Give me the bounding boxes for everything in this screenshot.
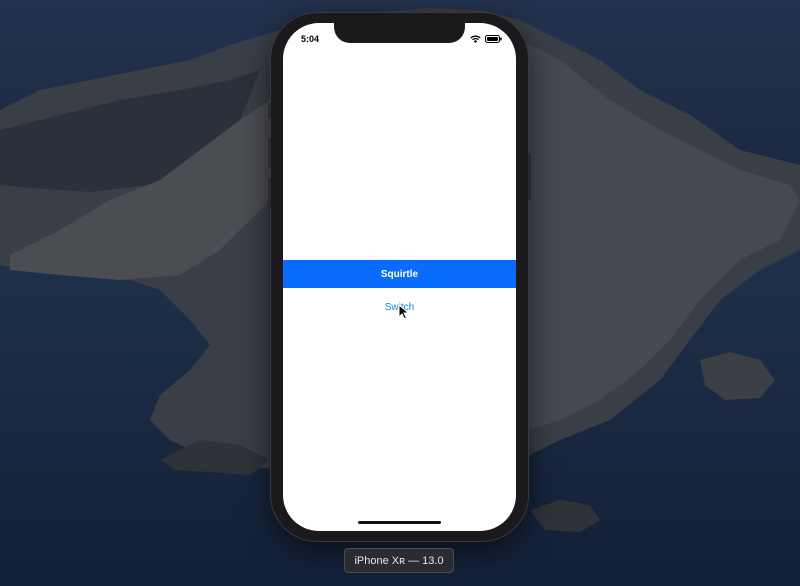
status-bar-time: 5:04 [301, 34, 320, 44]
power-button[interactable] [528, 153, 531, 201]
pokemon-name-banner: Squirtle [283, 260, 516, 288]
home-indicator[interactable] [358, 521, 441, 524]
battery-icon [485, 35, 502, 43]
silent-switch [268, 103, 271, 119]
device-screen: 5:04 Squirtle Switch [283, 23, 516, 531]
volume-up-button[interactable] [268, 138, 271, 168]
wifi-icon [470, 35, 481, 43]
mouse-pointer-icon [398, 304, 410, 320]
simulator-device-label: iPhone Xʀ — 13.0 [344, 548, 454, 573]
notch [334, 23, 465, 43]
volume-down-button[interactable] [268, 178, 271, 208]
status-bar-icons [470, 34, 502, 44]
